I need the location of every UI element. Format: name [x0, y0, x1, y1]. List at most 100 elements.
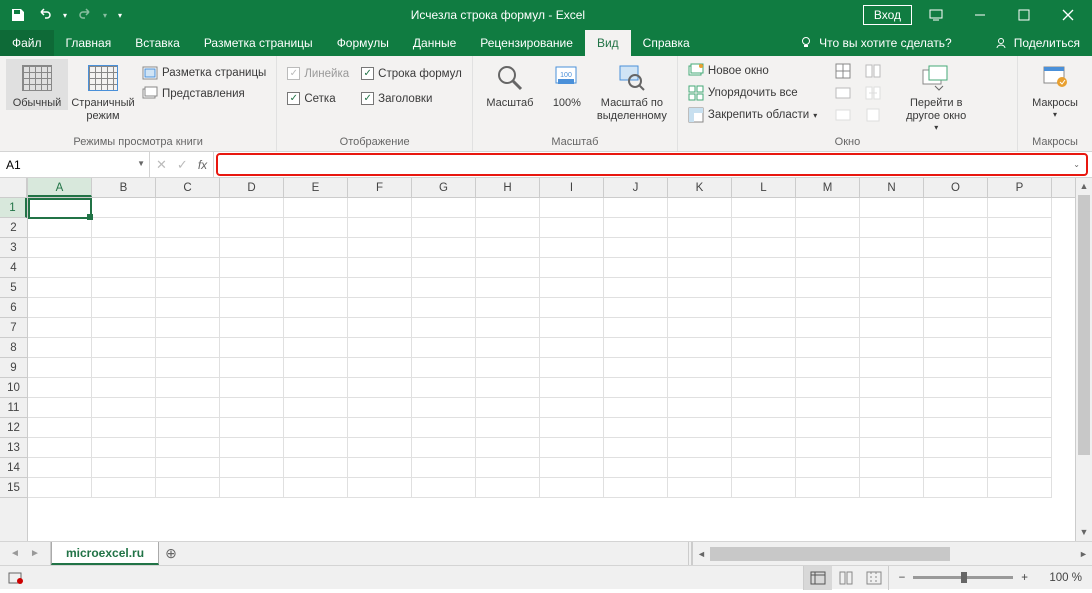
cell[interactable] [220, 438, 284, 458]
sheet-prev-icon[interactable]: ◄ [6, 545, 24, 563]
cell[interactable] [604, 218, 668, 238]
cell[interactable] [540, 478, 604, 498]
cell[interactable] [348, 258, 412, 278]
cell[interactable] [604, 198, 668, 218]
cell[interactable] [796, 338, 860, 358]
cell[interactable] [988, 218, 1052, 238]
cell[interactable] [540, 238, 604, 258]
cell[interactable] [348, 318, 412, 338]
cell[interactable] [220, 198, 284, 218]
fx-icon[interactable]: fx [198, 158, 207, 172]
cell[interactable] [220, 258, 284, 278]
cell[interactable] [412, 258, 476, 278]
normal-view-button[interactable]: Обычный [6, 59, 68, 110]
cell[interactable] [860, 418, 924, 438]
cell[interactable] [604, 458, 668, 478]
cell[interactable] [412, 238, 476, 258]
cell[interactable] [860, 458, 924, 478]
tab-help[interactable]: Справка [631, 30, 702, 56]
cell[interactable] [156, 198, 220, 218]
cell[interactable] [156, 318, 220, 338]
scroll-right-icon[interactable]: ► [1075, 549, 1092, 559]
cell[interactable] [412, 398, 476, 418]
name-box-input[interactable] [6, 158, 143, 172]
cell[interactable] [540, 318, 604, 338]
save-icon[interactable] [6, 3, 30, 27]
hscroll-thumb[interactable] [710, 547, 950, 561]
cell[interactable] [988, 478, 1052, 498]
cell[interactable] [156, 298, 220, 318]
cell[interactable] [220, 318, 284, 338]
cell[interactable] [284, 198, 348, 218]
tab-data[interactable]: Данные [401, 30, 468, 56]
col-header-N[interactable]: N [860, 178, 924, 197]
cell[interactable] [732, 478, 796, 498]
cell[interactable] [476, 418, 540, 438]
zoom-slider[interactable] [913, 576, 1013, 579]
cell[interactable] [348, 478, 412, 498]
cell[interactable] [412, 458, 476, 478]
cell[interactable] [604, 238, 668, 258]
share-button[interactable]: Поделиться [994, 36, 1080, 50]
cell[interactable] [668, 338, 732, 358]
cell[interactable] [604, 318, 668, 338]
row-header-8[interactable]: 8 [0, 338, 27, 358]
cell[interactable] [604, 418, 668, 438]
cell[interactable] [92, 418, 156, 438]
cell[interactable] [860, 378, 924, 398]
cell[interactable] [924, 298, 988, 318]
col-header-O[interactable]: O [924, 178, 988, 197]
cell[interactable] [284, 398, 348, 418]
cell[interactable] [732, 198, 796, 218]
undo-more-icon[interactable]: ▾ [60, 3, 70, 27]
cell[interactable] [924, 378, 988, 398]
cell[interactable] [476, 318, 540, 338]
horizontal-scrollbar[interactable]: ◄ ► [692, 542, 1092, 565]
tab-file[interactable]: Файл [0, 30, 54, 56]
normal-shortcut-icon[interactable] [804, 566, 832, 590]
col-header-E[interactable]: E [284, 178, 348, 197]
sheet-next-icon[interactable]: ► [26, 545, 44, 563]
cell[interactable] [988, 198, 1052, 218]
cell[interactable] [92, 278, 156, 298]
cell[interactable] [796, 438, 860, 458]
gridlines-checkbox[interactable]: ✓ Сетка [283, 90, 353, 107]
cell[interactable] [668, 438, 732, 458]
vertical-scrollbar[interactable]: ▲ ▼ [1075, 178, 1092, 541]
cell[interactable] [348, 458, 412, 478]
row-header-7[interactable]: 7 [0, 318, 27, 338]
cell[interactable] [924, 238, 988, 258]
cell[interactable] [28, 298, 92, 318]
cell[interactable] [476, 238, 540, 258]
cell[interactable] [732, 218, 796, 238]
row-header-10[interactable]: 10 [0, 378, 27, 398]
cell[interactable] [540, 258, 604, 278]
signin-button[interactable]: Вход [863, 5, 912, 25]
cell[interactable] [988, 378, 1052, 398]
cell[interactable] [732, 338, 796, 358]
row-header-9[interactable]: 9 [0, 358, 27, 378]
cell[interactable] [668, 318, 732, 338]
cell[interactable] [412, 338, 476, 358]
formula-input[interactable]: ⌄ [216, 153, 1088, 176]
tab-page-layout[interactable]: Разметка страницы [192, 30, 325, 56]
cell[interactable] [796, 318, 860, 338]
cell[interactable] [860, 218, 924, 238]
cell[interactable] [796, 278, 860, 298]
cell[interactable] [796, 198, 860, 218]
zoom-button[interactable]: Масштаб [479, 59, 541, 110]
cell[interactable] [156, 458, 220, 478]
row-header-6[interactable]: 6 [0, 298, 27, 318]
cell[interactable] [348, 378, 412, 398]
cell[interactable] [284, 238, 348, 258]
cell[interactable] [604, 378, 668, 398]
cell[interactable] [92, 318, 156, 338]
redo-more-icon[interactable]: ▾ [100, 3, 110, 27]
cell[interactable] [220, 378, 284, 398]
redo-icon[interactable] [73, 3, 97, 27]
cell[interactable] [92, 338, 156, 358]
cell[interactable] [92, 478, 156, 498]
cell[interactable] [668, 238, 732, 258]
cell[interactable] [28, 338, 92, 358]
col-header-D[interactable]: D [220, 178, 284, 197]
